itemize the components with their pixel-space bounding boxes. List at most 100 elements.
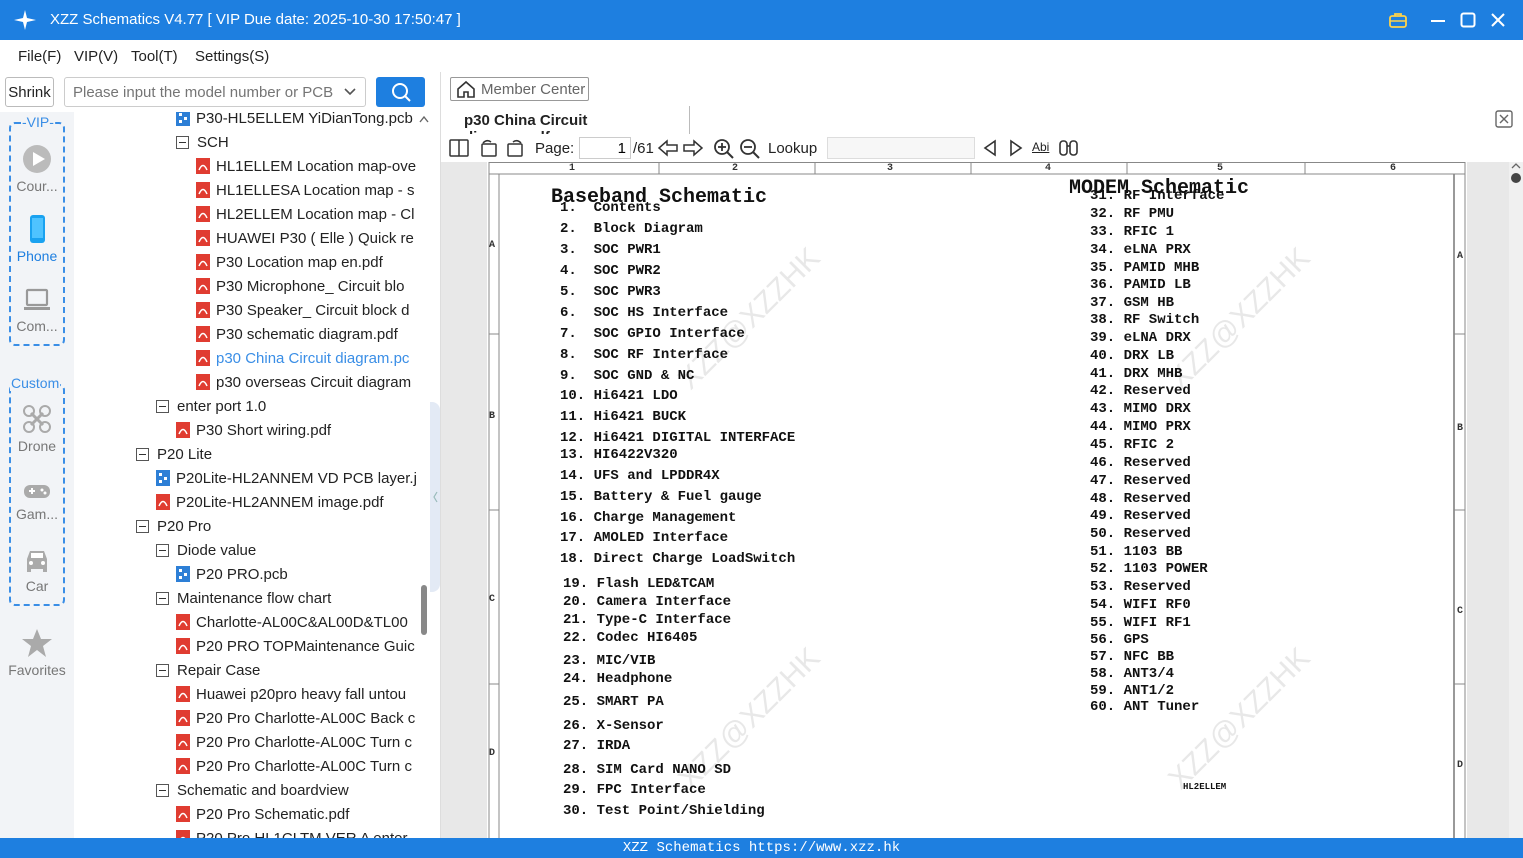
column-number: 4: [1045, 163, 1052, 174]
search-button[interactable]: [376, 77, 425, 107]
tree-item[interactable]: P20 Pro Charlotte-AL00C Turn c: [176, 730, 412, 754]
status-bar: XZZ Schematics https://www.xzz.hk: [0, 838, 1523, 858]
schematic-index-entry: 54. WIFI RF0: [1090, 597, 1191, 613]
close-icon[interactable]: [1486, 8, 1510, 32]
tree-item[interactable]: P30 Short wiring.pdf: [176, 418, 331, 442]
search-box[interactable]: [64, 77, 366, 107]
drone-icon: [23, 405, 51, 433]
tree-item[interactable]: Huawei p20pro heavy fall untou: [176, 682, 406, 706]
menu-file[interactable]: File(F): [18, 48, 61, 65]
collapse-icon[interactable]: [176, 135, 189, 149]
pane-splitter[interactable]: [430, 402, 440, 592]
tree-folder[interactable]: Repair Case: [156, 658, 260, 682]
find-next-icon[interactable]: [1007, 138, 1025, 158]
chevron-down-icon[interactable]: [343, 86, 357, 98]
schematic-index-entry: 50. Reserved: [1090, 526, 1191, 542]
tree-item[interactable]: P30 Location map en.pdf: [196, 250, 383, 274]
maximize-icon[interactable]: [1456, 8, 1480, 32]
pdf-viewport[interactable]: 1 2 3 4 5 6 A B C D A B C D XZZ@XZZHK XZ…: [441, 162, 1509, 838]
nav-courses[interactable]: Cour...: [0, 144, 74, 194]
tree-item[interactable]: HL2ELLEM Location map - Cl: [196, 202, 414, 226]
menu-settings[interactable]: Settings(S): [195, 48, 269, 65]
tree-item[interactable]: P20 Pro Charlotte-AL00C Back c: [176, 706, 415, 730]
schematic-index-entry: 47. Reserved: [1090, 473, 1191, 489]
briefcase-icon[interactable]: [1386, 8, 1410, 32]
collapse-icon[interactable]: [136, 447, 149, 461]
tree-item[interactable]: P20 PRO.pcb: [176, 562, 288, 586]
tree-item[interactable]: P30 schematic diagram.pdf: [196, 322, 398, 346]
find-all-icon[interactable]: [1058, 138, 1080, 158]
page-number-input[interactable]: [579, 137, 631, 159]
close-tab-icon[interactable]: [1495, 110, 1513, 128]
star-icon: [22, 629, 52, 657]
tree-item[interactable]: P20 Pro Charlotte-AL00C Turn c: [176, 754, 412, 778]
menu-vip[interactable]: VIP(V): [74, 48, 118, 65]
collapse-icon[interactable]: [156, 783, 169, 797]
tree-folder[interactable]: enter port 1.0: [156, 394, 266, 418]
car-icon: [27, 551, 47, 572]
tree-item[interactable]: P20 PRO TOPMaintenance Guic: [176, 634, 415, 658]
tree-folder[interactable]: SCH: [176, 130, 229, 154]
pdf-scrollbar[interactable]: [1509, 162, 1523, 838]
minimize-icon[interactable]: [1426, 8, 1450, 32]
tree-item-selected[interactable]: p30 China Circuit diagram.pc: [196, 346, 409, 370]
collapse-icon[interactable]: [136, 519, 149, 533]
shrink-button[interactable]: Shrink: [5, 77, 54, 107]
document-tab[interactable]: p30 China Circuit diagram.pdf: [450, 106, 690, 146]
tree-item[interactable]: HL1ELLEM Location map-ove: [196, 154, 416, 178]
row-letter: B: [1457, 423, 1464, 434]
tree-item[interactable]: Charlotte-AL00C&AL00D&TL00: [176, 610, 408, 634]
tree-item[interactable]: P20 Pro HL1CLTM VER A enter: [176, 826, 408, 838]
file-tree: P30-HL5ELLEM YiDianTong.pcb SCH HL1ELLEM…: [74, 112, 416, 838]
collapse-icon[interactable]: [156, 663, 169, 677]
find-previous-icon[interactable]: [981, 138, 999, 158]
tree-item[interactable]: P30 Speaker_ Circuit block d: [196, 298, 409, 322]
rotate-right-icon[interactable]: [505, 138, 525, 158]
menu-tool[interactable]: Tool(T): [131, 48, 178, 65]
tree-folder[interactable]: P20 Pro: [136, 514, 211, 538]
lookup-input[interactable]: [827, 137, 975, 159]
collapse-icon[interactable]: [156, 543, 169, 557]
tree-item[interactable]: p30 overseas Circuit diagram: [196, 370, 411, 394]
tree-folder[interactable]: Schematic and boardview: [156, 778, 349, 802]
tree-item[interactable]: HL1ELLESA Location map - s: [196, 178, 414, 202]
tree-folder[interactable]: Maintenance flow chart: [156, 586, 331, 610]
schematic-index-entry: 31. RF Interface: [1090, 188, 1225, 204]
collapse-icon[interactable]: [156, 399, 169, 413]
tree-item[interactable]: P20Lite-HL2ANNEM VD PCB layer.j: [156, 466, 416, 490]
nav-games[interactable]: Gam...: [0, 480, 74, 522]
search-input[interactable]: [73, 84, 333, 101]
tree-folder[interactable]: P20 Lite: [136, 442, 212, 466]
zoom-in-icon[interactable]: [713, 138, 735, 160]
member-center-label: Member Center: [481, 80, 586, 98]
schematic-index-entry: 40. DRX LB: [1090, 348, 1175, 364]
nav-favorites[interactable]: Favorites: [0, 628, 74, 678]
schematic-index-entry: 53. Reserved: [1090, 579, 1191, 595]
schematic-index-entry: 23. MIC/VIB: [563, 653, 656, 669]
pdf-file-icon: [196, 374, 210, 390]
next-page-icon[interactable]: [682, 138, 704, 158]
sidebar-toggle-icon[interactable]: [449, 138, 469, 158]
nav-drone[interactable]: Drone: [0, 404, 74, 454]
phone-icon: [30, 215, 45, 243]
tree-item[interactable]: HUAWEI P30 ( Elle ) Quick re: [196, 226, 414, 250]
rotate-left-icon[interactable]: [479, 138, 499, 158]
schematic-index-entry: 43. MIMO DRX: [1090, 401, 1191, 417]
tree-folder[interactable]: Diode value: [156, 538, 256, 562]
tree-item[interactable]: P20 Pro Schematic.pdf: [176, 802, 349, 826]
member-center-button[interactable]: Member Center: [450, 77, 589, 101]
match-case-toggle[interactable]: Abi: [1032, 140, 1049, 154]
tree-scrollbar[interactable]: [418, 112, 430, 838]
schematic-index-entry: 27. IRDA: [563, 738, 631, 754]
zoom-out-icon[interactable]: [739, 138, 761, 160]
schematic-index-entry: 7. SOC GPIO Interface: [560, 326, 745, 342]
left-pane: Shrink -VIP- Cour... Phone Com... Custom…: [0, 72, 440, 838]
tree-item[interactable]: P20Lite-HL2ANNEM image.pdf: [156, 490, 384, 514]
nav-phone[interactable]: Phone: [0, 214, 74, 264]
tree-item[interactable]: P30-HL5ELLEM YiDianTong.pcb: [176, 112, 413, 130]
nav-computer[interactable]: Com...: [0, 286, 74, 334]
collapse-icon[interactable]: [156, 591, 169, 605]
tree-item[interactable]: P30 Microphone_ Circuit blo: [196, 274, 404, 298]
nav-car[interactable]: Car: [0, 546, 74, 594]
previous-page-icon[interactable]: [657, 138, 679, 158]
